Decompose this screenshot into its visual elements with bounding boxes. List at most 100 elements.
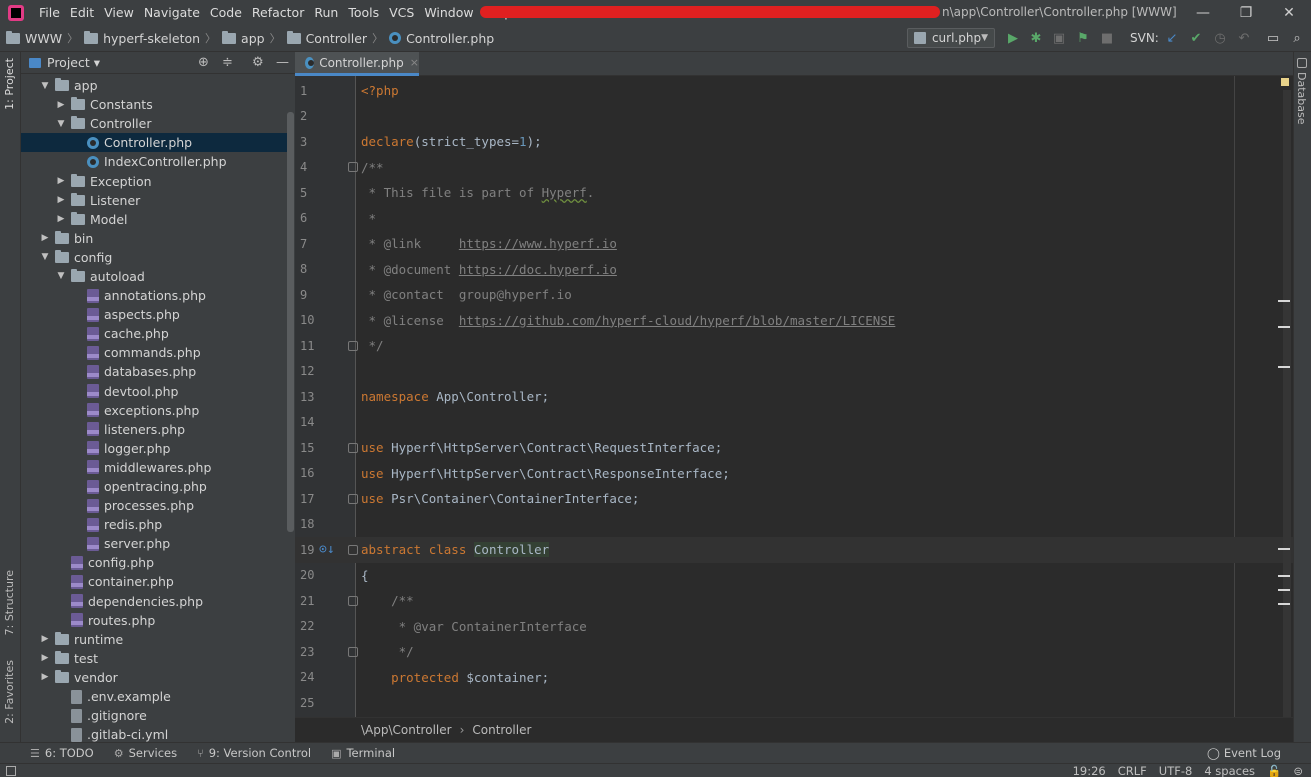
expanded-arrow-icon[interactable]: ▼ bbox=[55, 119, 67, 129]
locate-icon[interactable]: ⊕ bbox=[198, 55, 209, 70]
svn-update-icon[interactable]: ↙ bbox=[1164, 30, 1180, 46]
fold-marker-icon[interactable] bbox=[348, 340, 358, 351]
tree-item[interactable]: ▶commands.php bbox=[21, 343, 287, 362]
svn-commit-icon[interactable]: ✔ bbox=[1188, 30, 1204, 46]
terminal-tool-button[interactable]: ▣ Terminal bbox=[331, 746, 395, 760]
code-line[interactable]: 9 * @contact group@hyperf.io bbox=[295, 282, 1293, 308]
code-line[interactable]: 4 /** bbox=[295, 155, 1293, 181]
tree-item[interactable]: ▶ runtime bbox=[21, 630, 287, 649]
code-line[interactable]: 14 bbox=[295, 410, 1293, 436]
code-line[interactable]: 13 namespace App\Controller; bbox=[295, 384, 1293, 410]
tree-item[interactable]: ▼ Controller bbox=[21, 114, 287, 133]
code-line[interactable]: 18 bbox=[295, 512, 1293, 538]
scroll-marker[interactable] bbox=[1278, 326, 1290, 328]
structure-tool-tab[interactable]: 7: Structure bbox=[3, 570, 16, 635]
gear-icon[interactable]: ⚙ bbox=[252, 55, 264, 70]
project-tool-tab[interactable]: 1: Project bbox=[3, 58, 16, 110]
tree-item[interactable]: ▶ Listener bbox=[21, 191, 287, 210]
tree-item[interactable]: ▶middlewares.php bbox=[21, 458, 287, 477]
implemented-by-icon[interactable]: ⊙↓ bbox=[319, 542, 335, 557]
tree-item[interactable]: ▶IndexController.php bbox=[21, 152, 287, 171]
revert-icon[interactable]: ↶ bbox=[1236, 30, 1252, 46]
tree-item[interactable]: ▶devtool.php bbox=[21, 382, 287, 401]
menu-window[interactable]: Window bbox=[419, 0, 478, 25]
fold-marker-icon[interactable] bbox=[348, 162, 358, 173]
tree-item[interactable]: ▶Controller.php bbox=[21, 133, 287, 153]
menu-refactor[interactable]: Refactor bbox=[247, 0, 309, 25]
code-link[interactable]: https://doc.hyperf.io bbox=[459, 262, 617, 277]
tree-item[interactable]: ▼ autoload bbox=[21, 267, 287, 286]
code-line[interactable]: 3 declare(strict_types=1); bbox=[295, 129, 1293, 155]
breadcrumb-www[interactable]: WWW 〉 bbox=[0, 30, 78, 46]
tree-item[interactable]: ▶config.php bbox=[21, 553, 287, 572]
project-tree-scrollbar[interactable] bbox=[287, 112, 294, 532]
fold-marker-icon[interactable] bbox=[348, 595, 358, 606]
tree-item[interactable]: ▶ Model bbox=[21, 210, 287, 229]
code-line[interactable]: 25 bbox=[295, 690, 1293, 716]
code-line[interactable]: 19 ⊙↓ abstract class Controller bbox=[295, 537, 1293, 563]
menu-file[interactable]: File bbox=[34, 0, 65, 25]
code-line[interactable]: 15 use Hyperf\HttpServer\Contract\Request… bbox=[295, 435, 1293, 461]
collapsed-arrow-icon[interactable]: ▶ bbox=[39, 672, 51, 682]
scroll-marker[interactable] bbox=[1278, 300, 1290, 302]
scroll-marker[interactable] bbox=[1278, 589, 1290, 591]
favorites-tool-tab[interactable]: 2: Favorites bbox=[3, 660, 16, 724]
tool-windows-toggle-icon[interactable] bbox=[6, 766, 16, 776]
code-line[interactable]: 6 * bbox=[295, 206, 1293, 232]
expanded-arrow-icon[interactable]: ▼ bbox=[39, 252, 51, 262]
code-line[interactable]: 12 bbox=[295, 359, 1293, 385]
expanded-arrow-icon[interactable]: ▼ bbox=[55, 271, 67, 281]
code-line[interactable]: 5 * This file is part of Hyperf. bbox=[295, 180, 1293, 206]
tree-item[interactable]: ▶dependencies.php bbox=[21, 592, 287, 611]
run-configuration-select[interactable]: curl.php ▼ bbox=[907, 28, 995, 48]
tree-item[interactable]: ▶databases.php bbox=[21, 362, 287, 381]
expanded-arrow-icon[interactable]: ▼ bbox=[39, 81, 51, 91]
tree-item[interactable]: ▶exceptions.php bbox=[21, 401, 287, 420]
breadcrumb-controller[interactable]: Controller 〉 bbox=[281, 30, 383, 46]
project-view-selector[interactable]: Project ▾ bbox=[47, 55, 100, 70]
collapsed-arrow-icon[interactable]: ▶ bbox=[55, 214, 67, 224]
tree-item[interactable]: ▶listeners.php bbox=[21, 420, 287, 439]
tree-item[interactable]: ▶annotations.php bbox=[21, 286, 287, 305]
code-line[interactable]: 20 { bbox=[295, 563, 1293, 589]
tree-item[interactable]: ▶logger.php bbox=[21, 439, 287, 458]
tree-item[interactable]: ▶server.php bbox=[21, 534, 287, 553]
services-tool-button[interactable]: ⚙ Services bbox=[114, 746, 177, 760]
tree-item[interactable]: ▶opentracing.php bbox=[21, 477, 287, 496]
editor-scrollbar[interactable] bbox=[1283, 90, 1291, 720]
tree-item[interactable]: ▶ vendor bbox=[21, 668, 287, 687]
code-line[interactable]: 24 protected $container; bbox=[295, 665, 1293, 691]
menu-run[interactable]: Run bbox=[309, 0, 343, 25]
tree-item[interactable]: ▶container.php bbox=[21, 572, 287, 591]
tree-item[interactable]: ▶processes.php bbox=[21, 496, 287, 515]
editor-breadcrumb-namespace[interactable]: \App\Controller bbox=[361, 723, 452, 737]
menu-edit[interactable]: Edit bbox=[65, 0, 99, 25]
todo-tool-button[interactable]: ☰ 6: TODO bbox=[30, 746, 94, 760]
indent-setting[interactable]: 4 spaces bbox=[1204, 764, 1255, 777]
menu-navigate[interactable]: Navigate bbox=[139, 0, 205, 25]
close-tab-icon[interactable]: × bbox=[410, 56, 419, 69]
hide-panel-icon[interactable]: — bbox=[276, 55, 289, 70]
version-control-tool-button[interactable]: ⑂ 9: Version Control bbox=[197, 746, 311, 760]
scroll-marker[interactable] bbox=[1278, 366, 1290, 368]
scroll-marker[interactable] bbox=[1278, 575, 1290, 577]
breadcrumb-file[interactable]: Controller.php bbox=[383, 31, 494, 46]
profile-icon[interactable]: ⚑ bbox=[1075, 30, 1091, 46]
collapsed-arrow-icon[interactable]: ▶ bbox=[55, 100, 67, 110]
code-line[interactable]: 16 use Hyperf\HttpServer\Contract\Respons… bbox=[295, 461, 1293, 487]
database-tool-tab[interactable]: Database bbox=[1295, 72, 1308, 125]
tree-item[interactable]: ▶redis.php bbox=[21, 515, 287, 534]
fold-marker-icon[interactable] bbox=[348, 544, 358, 555]
editor-breadcrumb-class[interactable]: Controller bbox=[472, 723, 531, 737]
scroll-marker[interactable] bbox=[1278, 603, 1290, 605]
tree-item[interactable]: ▶.gitignore bbox=[21, 706, 287, 725]
code-line[interactable]: 21 /** bbox=[295, 588, 1293, 614]
menu-vcs[interactable]: VCS bbox=[384, 0, 419, 25]
fold-marker-icon[interactable] bbox=[348, 442, 358, 453]
lock-icon[interactable]: 🔓 bbox=[1267, 764, 1281, 777]
tree-item[interactable]: ▶ bin bbox=[21, 229, 287, 248]
file-encoding[interactable]: UTF-8 bbox=[1159, 764, 1193, 777]
collapsed-arrow-icon[interactable]: ▶ bbox=[39, 634, 51, 644]
coverage-icon[interactable]: ▣ bbox=[1051, 30, 1067, 46]
layout-icon[interactable]: ▭ bbox=[1265, 30, 1281, 46]
